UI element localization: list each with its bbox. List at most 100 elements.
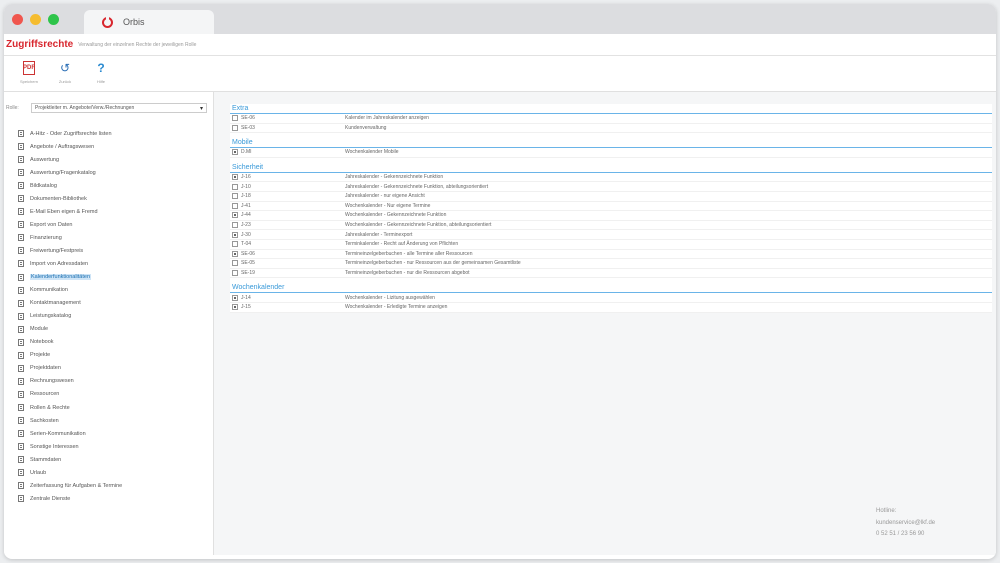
sidebar-item[interactable]: Stammdaten [6, 453, 213, 466]
permission-row: J-23 Wochenkalender - Gekennzeichnete Fun… [230, 221, 992, 231]
permission-row: J-41 Wochenkalender - Nur eigene Termine [230, 202, 992, 212]
permission-checkbox[interactable] [232, 304, 238, 311]
help-label: Hilfe [96, 79, 105, 84]
sidebar-item[interactable]: Ressourcen [6, 388, 213, 401]
hotline-info: Hotline: kundenservice@lkf.de 0 52 51 / … [876, 506, 935, 541]
sidebar-item[interactable]: Freiwertung/Festpreis [6, 244, 213, 257]
permission-checkbox[interactable] [232, 294, 238, 301]
document-icon [18, 169, 24, 177]
save-button[interactable]: PDF Speichern [18, 61, 40, 84]
permission-row: J-16 Jahreskalender - Gekennzeichnete Fun… [230, 173, 992, 183]
sidebar: Rolle: Projektleiter m. Angebote/Verw./R… [4, 92, 214, 555]
sidebar-item[interactable]: Sonstige Interessen [6, 440, 213, 453]
sidebar-item[interactable]: E-Mail Eben eigen & Fremd [6, 205, 213, 218]
sidebar-item[interactable]: Zentrale Dienste [6, 492, 213, 505]
sidebar-item[interactable]: Finanzierung [6, 231, 213, 244]
permission-checkbox[interactable] [232, 149, 238, 156]
permission-checkbox[interactable] [232, 115, 238, 122]
sidebar-item[interactable]: Zeiterfassung für Aufgaben & Termine [6, 479, 213, 492]
section-title: Sicherheit [230, 163, 992, 173]
document-icon [18, 430, 24, 438]
permission-checkbox[interactable] [232, 193, 238, 200]
permission-row: SE-19 Termineinzelgeberbuchen - nur die R… [230, 269, 992, 279]
sidebar-item[interactable]: Leistungskatalog [6, 310, 213, 323]
sidebar-item-label: Rechnungswesen [30, 378, 74, 385]
sidebar-item[interactable]: Urlaub [6, 466, 213, 479]
permission-row: T-04 Terminkalender - Recht auf Änderung … [230, 240, 992, 250]
sidebar-item-label: Kontaktmanagement [30, 300, 81, 307]
sidebar-item-label: Projektdaten [30, 365, 61, 372]
document-icon [18, 338, 24, 346]
sidebar-item[interactable]: Sachkosten [6, 414, 213, 427]
permission-checkbox[interactable] [232, 260, 238, 267]
sidebar-item[interactable]: Rechnungswesen [6, 375, 213, 388]
browser-tab[interactable]: Orbis [84, 10, 214, 34]
sidebar-item[interactable]: Import von Adressdaten [6, 257, 213, 270]
permission-checkbox[interactable] [232, 231, 238, 238]
sidebar-item[interactable]: Auswertung/Fragenkatalog [6, 166, 213, 179]
permission-checkbox[interactable] [232, 222, 238, 229]
browser-window: Orbis Zugriffsrechte Verwaltung der einz… [4, 4, 996, 559]
title-bar: Orbis [4, 4, 996, 34]
help-icon: ? [97, 61, 105, 75]
sidebar-item[interactable]: Bildkatalog [6, 179, 213, 192]
sidebar-item-label: Ressourcen [30, 391, 60, 398]
permission-description: Wochenkalender - Lizitung ausgewählen [345, 294, 435, 301]
sidebar-item-label: Sonstige Interessen [30, 443, 79, 450]
permission-checkbox[interactable] [232, 241, 238, 248]
help-button[interactable]: ? Hilfe [90, 61, 112, 84]
role-select-label: Rolle: [6, 105, 19, 111]
permission-description: Termineinzelgeberbuchen - nur die Ressou… [345, 270, 470, 277]
permission-code: J-41 [241, 202, 251, 209]
back-button[interactable]: ↺ Zurück [54, 61, 76, 84]
permission-checkbox[interactable] [232, 202, 238, 209]
permission-checkbox[interactable] [232, 270, 238, 277]
sidebar-item[interactable]: Export von Daten [6, 218, 213, 231]
permission-checkbox[interactable] [232, 212, 238, 219]
sidebar-item-label: Bildkatalog [30, 182, 57, 189]
role-select[interactable]: Projektleiter m. Angebote/Verw./Rechnung… [31, 103, 207, 113]
sidebar-item-label: Zeiterfassung für Aufgaben & Termine [30, 482, 123, 489]
permission-code: D.MI [241, 149, 252, 156]
sidebar-item-label: E-Mail Eben eigen & Fremd [30, 208, 98, 215]
sidebar-item[interactable]: Angebote / Auftragswesen [6, 140, 213, 153]
permission-checkbox[interactable] [232, 183, 238, 190]
sidebar-item[interactable]: Module [6, 323, 213, 336]
sidebar-item[interactable]: Dokumenten-Bibliothek [6, 192, 213, 205]
permission-row: D.MI Wochenkalender Mobile [230, 148, 992, 158]
sidebar-item-label: Notebook [30, 339, 54, 346]
hotline-email[interactable]: kundenservice@lkf.de [876, 518, 935, 530]
sidebar-item-label: Sachkosten [30, 417, 59, 424]
sidebar-item[interactable]: Notebook [6, 336, 213, 349]
sidebar-item[interactable]: Projektdaten [6, 362, 213, 375]
sidebar-item[interactable]: Auswertung [6, 153, 213, 166]
permission-description: Wochenkalender - Gekennzeichnete Funktio… [345, 212, 447, 219]
role-select-value: Projektleiter m. Angebote/Verw./Rechnung… [35, 105, 135, 111]
permission-checkbox[interactable] [232, 250, 238, 257]
permission-description: Wochenkalender - Nur eigene Termine [345, 202, 431, 209]
sidebar-item[interactable]: Kommunikation [6, 284, 213, 297]
permission-description: Wochenkalender - Erledigte Termine anzei… [345, 304, 448, 311]
document-icon [18, 208, 24, 216]
sidebar-item[interactable]: Rollen & Rechte [6, 401, 213, 414]
permission-code: SE-03 [241, 124, 255, 131]
permission-code: J-30 [241, 231, 251, 238]
minimize-window-button[interactable] [30, 14, 41, 25]
permission-code: SE-19 [241, 270, 255, 277]
permission-checkbox[interactable] [232, 124, 238, 131]
sidebar-item[interactable]: Kontaktmanagement [6, 297, 213, 310]
permission-checkbox[interactable] [232, 174, 238, 181]
permission-description: Wochenkalender - Gekennzeichnete Funktio… [345, 222, 492, 229]
permission-code: T-04 [241, 241, 252, 248]
permission-description: Kundenverwaltung [345, 124, 387, 131]
sidebar-item[interactable]: Kalenderfunktionalitäten [6, 271, 213, 284]
document-icon [18, 351, 24, 359]
permission-row: J-14 Wochenkalender - Lizitung ausgewähle… [230, 293, 992, 303]
hotline-phone: 0 52 51 / 23 56 90 [876, 531, 925, 537]
maximize-window-button[interactable] [48, 14, 59, 25]
sidebar-item[interactable]: Serien-Kommunikation [6, 427, 213, 440]
sidebar-item-label: Serien-Kommunikation [30, 430, 86, 437]
close-window-button[interactable] [12, 14, 23, 25]
sidebar-item[interactable]: Projekte [6, 349, 213, 362]
sidebar-item[interactable]: A-Hitz - Oder Zugriffsrechte listen [6, 127, 213, 140]
